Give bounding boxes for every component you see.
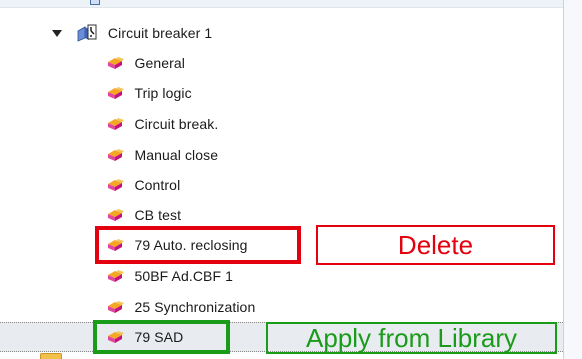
tree-node-label: Circuit breaker 1 [107,25,213,41]
function-block-icon [108,149,124,161]
tree-node-icon [90,0,100,5]
tree-node-manual-close[interactable]: Manual close [107,140,218,170]
tree-node-label: Control [134,177,181,193]
function-block-icon [108,57,124,69]
tree-node-trip-logic[interactable]: Trip logic [107,78,192,108]
function-block-icon [108,270,124,282]
previous-tree-row [0,0,582,8]
function-block-icon [108,301,124,313]
function-block-icon [108,87,124,99]
function-block-icon [108,179,124,191]
folder-icon [40,353,62,359]
tree-node-circuit-breaker-1[interactable]: Circuit breaker 1 [52,18,212,48]
expand-arrow-icon[interactable] [52,29,62,37]
vertical-scrollbar[interactable] [564,0,582,359]
tree-node-label: 50BF Ad.CBF 1 [134,268,234,284]
tree-node-general[interactable]: General [107,48,185,78]
tree-node-label: Manual close [134,147,219,163]
tree-node-circuit-break[interactable]: Circuit break. [107,109,218,139]
tree-node-label: 25 Synchronization [134,299,256,315]
tree-node-label: CB test [134,207,182,223]
apply-from-library-annotation: Apply from Library [266,322,557,354]
tree-node-label: General [134,55,185,71]
project-tree: Circuit breaker 1 General Trip logic Cir… [0,0,582,359]
function-block-icon [108,209,124,221]
delete-annotation: Delete [316,225,555,265]
circuit-breaker-icon [78,24,97,42]
tree-node-label: Circuit break. [134,116,219,132]
tree-node-control[interactable]: Control [107,170,180,200]
apply-highlight-box [93,320,230,354]
tree-node-50bf-ad-cbf-1[interactable]: 50BF Ad.CBF 1 [107,261,233,291]
tree-node-label: Trip logic [134,85,192,101]
tree-node-25-synchronization[interactable]: 25 Synchronization [107,292,255,322]
delete-highlight-box [95,226,301,264]
function-block-icon [108,118,124,130]
